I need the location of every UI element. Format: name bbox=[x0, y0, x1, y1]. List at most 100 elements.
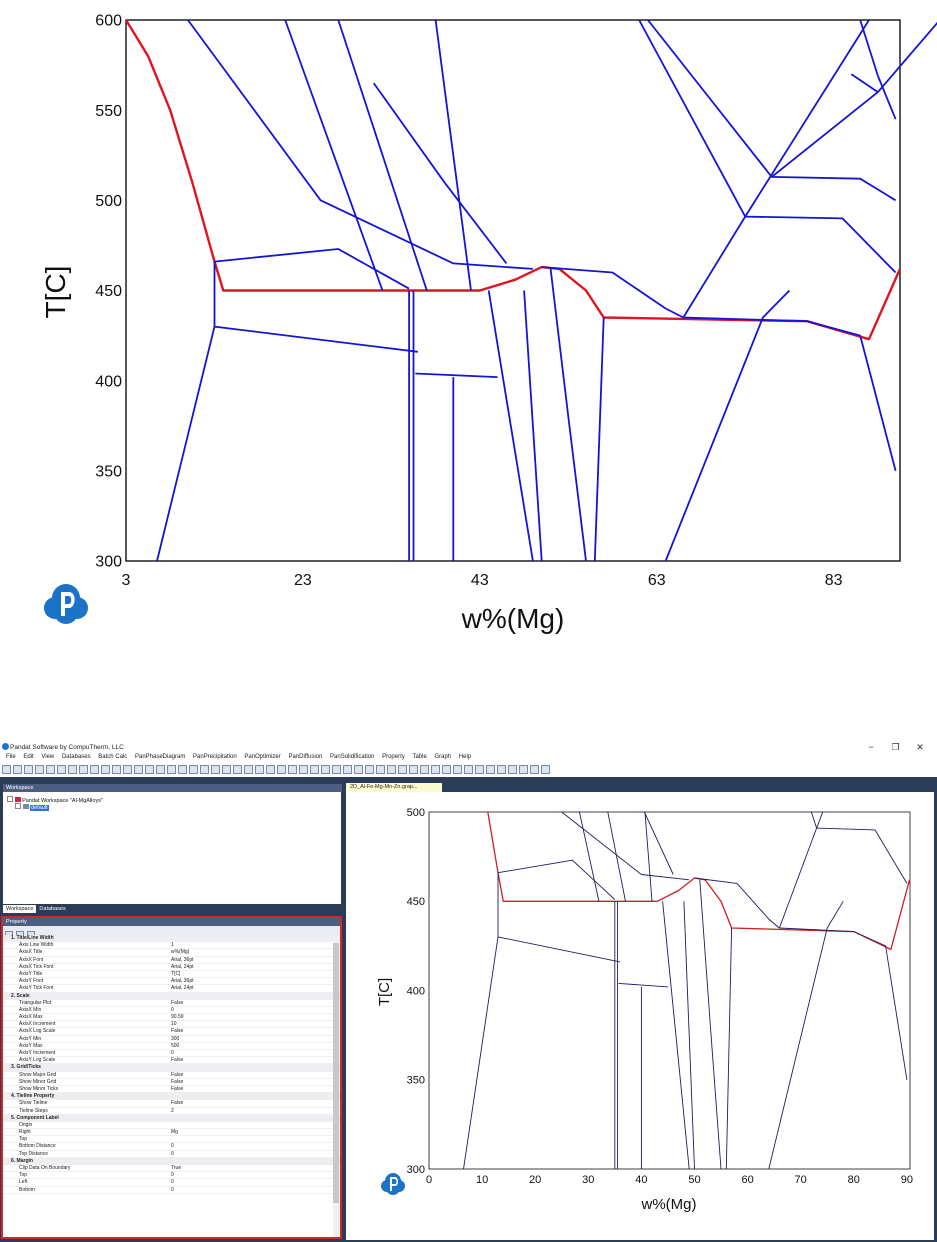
toolbar-button-icon[interactable] bbox=[123, 765, 132, 774]
toolbar-button-icon[interactable] bbox=[156, 765, 165, 774]
menu-help[interactable]: Help bbox=[459, 754, 471, 760]
toolbar-button-icon[interactable] bbox=[2, 765, 11, 774]
toolbar-button-icon[interactable] bbox=[255, 765, 264, 774]
toolbar-button-icon[interactable] bbox=[13, 765, 22, 774]
toolbar-button-icon[interactable] bbox=[178, 765, 187, 774]
scrollbar-thumb[interactable] bbox=[333, 943, 339, 1203]
menu-table[interactable]: Table bbox=[412, 754, 426, 760]
property-row[interactable]: Show Minor Grid False bbox=[3, 1079, 340, 1086]
toolbar-button-icon[interactable] bbox=[101, 765, 110, 774]
property-row[interactable]: AxisY Log Scale False bbox=[3, 1057, 340, 1065]
toolbar-button-icon[interactable] bbox=[486, 765, 495, 774]
toolbar-button-icon[interactable] bbox=[57, 765, 66, 774]
property-scrollbar[interactable] bbox=[333, 937, 339, 1237]
property-row[interactable]: Top 0 bbox=[3, 1172, 340, 1180]
property-row[interactable]: AxisX Max 90.59 bbox=[3, 1014, 340, 1022]
toolbar-button-icon[interactable] bbox=[145, 765, 154, 774]
property-value[interactable]: 0 bbox=[171, 1151, 174, 1157]
property-row[interactable]: Right Mg bbox=[3, 1129, 340, 1137]
property-value[interactable]: T[C] bbox=[171, 971, 180, 977]
menu-databases[interactable]: Databases bbox=[62, 754, 91, 760]
menu-view[interactable]: View bbox=[41, 754, 54, 760]
property-value[interactable]: 0 bbox=[171, 1172, 174, 1178]
property-value[interactable]: False bbox=[171, 1028, 183, 1034]
graph-document-tab[interactable]: 2D_Al-Fe-Mg-Mn-Zn.grap... bbox=[346, 783, 442, 792]
property-category[interactable]: 4. Tieline Property bbox=[3, 1093, 340, 1101]
toolbar-button-icon[interactable] bbox=[222, 765, 231, 774]
toolbar-button-icon[interactable] bbox=[200, 765, 209, 774]
property-value[interactable]: False bbox=[171, 1057, 183, 1063]
toolbar-button-icon[interactable] bbox=[310, 765, 319, 774]
minimize-button[interactable]: − bbox=[860, 742, 882, 752]
property-row[interactable]: Show Major Grid False bbox=[3, 1072, 340, 1079]
menu-pansolidification[interactable]: PanSolidification bbox=[330, 754, 374, 760]
property-row[interactable]: AxisY Tick Font Arial, 24pt bbox=[3, 985, 340, 993]
toolbar-button-icon[interactable] bbox=[453, 765, 462, 774]
property-value[interactable]: 300 bbox=[171, 1036, 179, 1042]
property-value[interactable]: 0 bbox=[171, 1007, 174, 1013]
property-row[interactable]: Axis Line Width 1 bbox=[3, 942, 340, 950]
property-value[interactable]: 90.59 bbox=[171, 1014, 184, 1020]
property-value[interactable]: True bbox=[171, 1165, 181, 1171]
property-row[interactable]: Origin bbox=[3, 1122, 340, 1130]
property-value[interactable]: 2 bbox=[171, 1108, 174, 1114]
toolbar-button-icon[interactable] bbox=[24, 765, 33, 774]
toolbar-button-icon[interactable] bbox=[288, 765, 297, 774]
menu-pandiffusion[interactable]: PanDiffusion bbox=[288, 754, 322, 760]
toolbar-button-icon[interactable] bbox=[211, 765, 220, 774]
toolbar-button-icon[interactable] bbox=[541, 765, 550, 774]
property-row[interactable]: Triangular Plot False bbox=[3, 1000, 340, 1007]
property-row[interactable]: Clip Data On Boundary True bbox=[3, 1165, 340, 1173]
property-value[interactable]: False bbox=[171, 1100, 183, 1106]
menu-batch-calc[interactable]: Batch Calc bbox=[98, 754, 127, 760]
property-row[interactable]: AxisY Title T[C] bbox=[3, 971, 340, 979]
property-value[interactable]: 500 bbox=[171, 1043, 179, 1049]
property-value[interactable]: Arial, 36pt bbox=[171, 957, 194, 963]
property-value[interactable]: False bbox=[171, 1086, 183, 1092]
menu-file[interactable]: File bbox=[6, 754, 16, 760]
property-value[interactable]: 10 bbox=[171, 1021, 177, 1027]
toolbar-button-icon[interactable] bbox=[530, 765, 539, 774]
property-row[interactable]: AxisY Increment 0 bbox=[3, 1050, 340, 1058]
property-row[interactable]: AxisY Max 500 bbox=[3, 1043, 340, 1050]
property-row[interactable]: Bottom Distance 0 bbox=[3, 1143, 340, 1151]
property-row[interactable]: AxisY Min 300 bbox=[3, 1036, 340, 1043]
tab-databases[interactable]: Databases bbox=[36, 905, 68, 913]
toolbar-button-icon[interactable] bbox=[244, 765, 253, 774]
toolbar-button-icon[interactable] bbox=[442, 765, 451, 774]
property-row[interactable]: Show Minor Ticks False bbox=[3, 1086, 340, 1094]
menu-panoptimizer[interactable]: PanOptimizer bbox=[244, 754, 280, 760]
toolbar-button-icon[interactable] bbox=[508, 765, 517, 774]
property-row[interactable]: Bottom 0 bbox=[3, 1187, 340, 1194]
property-category[interactable]: 1. Title/Line Width bbox=[3, 935, 340, 943]
close-button[interactable]: ✕ bbox=[909, 742, 931, 753]
toolbar-button-icon[interactable] bbox=[354, 765, 363, 774]
menu-panphasediagram[interactable]: PanPhaseDiagram bbox=[135, 754, 185, 760]
toolbar-button-icon[interactable] bbox=[167, 765, 176, 774]
toolbar-button-icon[interactable] bbox=[134, 765, 143, 774]
toolbar-button-icon[interactable] bbox=[299, 765, 308, 774]
toolbar-button-icon[interactable] bbox=[431, 765, 440, 774]
property-value[interactable]: 0 bbox=[171, 1050, 174, 1056]
property-row[interactable]: AxisX Min 0 bbox=[3, 1007, 340, 1015]
toolbar-button-icon[interactable] bbox=[35, 765, 44, 774]
menu-edit[interactable]: Edit bbox=[23, 754, 33, 760]
property-value[interactable]: False bbox=[171, 1072, 183, 1078]
property-value[interactable]: False bbox=[171, 1079, 183, 1085]
toolbar-button-icon[interactable] bbox=[519, 765, 528, 774]
property-value[interactable]: w%(Mg) bbox=[171, 949, 189, 955]
toolbar-button-icon[interactable] bbox=[398, 765, 407, 774]
restore-button[interactable]: ❐ bbox=[884, 742, 906, 753]
property-value[interactable]: Arial, 24pt bbox=[171, 985, 194, 991]
toolbar-button-icon[interactable] bbox=[46, 765, 55, 774]
property-category[interactable]: 6. Margin bbox=[3, 1157, 340, 1165]
toolbar-button-icon[interactable] bbox=[464, 765, 473, 774]
property-category[interactable]: 3. Grid/Ticks bbox=[3, 1064, 340, 1072]
toolbar-button-icon[interactable] bbox=[112, 765, 121, 774]
property-value[interactable]: Arial, 24pt bbox=[171, 964, 194, 970]
menu-panprecipitation[interactable]: PanPrecipitation bbox=[193, 754, 237, 760]
property-row[interactable]: AxisY Font Arial, 36pt bbox=[3, 978, 340, 986]
property-value[interactable]: False bbox=[171, 1000, 183, 1006]
property-row[interactable]: AxisX Log Scale False bbox=[3, 1028, 340, 1036]
property-value[interactable]: 0 bbox=[171, 1187, 174, 1193]
